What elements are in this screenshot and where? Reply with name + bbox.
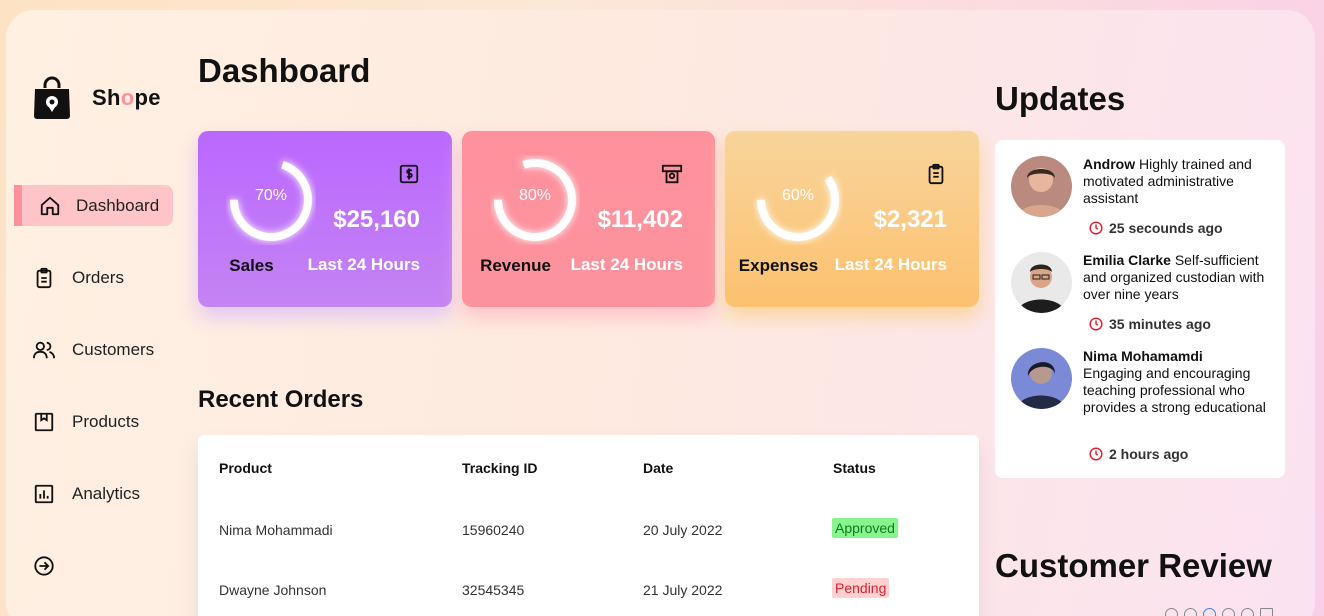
cell-date: 21 July 2022: [643, 582, 723, 598]
cell-tracking: 32545345: [462, 582, 525, 598]
brand-name: Shope: [92, 85, 161, 110]
column-header[interactable]: Status: [833, 460, 876, 476]
sidebar-item-label: Orders: [72, 267, 124, 287]
pan-icon[interactable]: [1222, 608, 1235, 616]
sidebar-item-label: Analytics: [72, 483, 141, 503]
customer-review-title: Customer Review: [995, 547, 1272, 584]
sidebar-item-label: Customers: [72, 339, 155, 359]
cell-date: 20 July 2022: [643, 522, 723, 538]
box-icon: [32, 410, 56, 434]
card-title: Sales: [229, 256, 274, 275]
clock-icon: [1089, 221, 1103, 235]
cell-tracking: 15960240: [462, 522, 525, 538]
cell-product: Dwayne Johnson: [219, 582, 327, 598]
sidebar-item-label: Dashboard: [76, 195, 160, 215]
update-text: Emilia Clarke Self-sufficient and organi…: [1083, 252, 1265, 302]
sidebar-item-dashboard[interactable]: Dashboard: [14, 185, 173, 226]
column-header[interactable]: Product: [219, 460, 272, 476]
expenses-card[interactable]: 60% Expenses $2,321 Last 24 Hours: [725, 131, 979, 307]
dollar-icon: [399, 164, 419, 184]
sign-out-icon: [32, 554, 56, 578]
sidebar-item-analytics[interactable]: Analytics: [14, 473, 173, 514]
recent-orders-title: Recent Orders: [198, 386, 364, 413]
update-time: 2 hours ago: [1089, 446, 1188, 462]
update-text: Androw Highly trained and motivated admi…: [1083, 156, 1252, 206]
status-badge: Pending: [832, 578, 890, 598]
signout-button[interactable]: [14, 545, 173, 586]
updates-title: Updates: [995, 80, 1126, 117]
zoom-out-icon[interactable]: [1184, 608, 1197, 616]
shopping-bag-icon: [34, 76, 70, 119]
zoom-in-icon[interactable]: [1165, 608, 1178, 616]
home-icon[interactable]: [1241, 608, 1254, 616]
sidebar-item-products[interactable]: Products: [14, 401, 173, 442]
clipboard-icon: [32, 266, 56, 290]
column-header[interactable]: Date: [643, 460, 673, 476]
clock-icon: [1089, 317, 1103, 331]
percent-label: 80%: [518, 187, 552, 204]
percent-label: 60%: [781, 187, 815, 204]
search-icon[interactable]: [1203, 608, 1216, 616]
page-title: Dashboard: [198, 52, 371, 89]
sidebar-item-customers[interactable]: Customers: [14, 329, 173, 370]
card-period: Last 24 Hours: [834, 255, 947, 274]
bar-chart-icon: [32, 482, 56, 506]
clipboard-icon: [928, 163, 944, 185]
card-value: $11,402: [597, 206, 683, 233]
clock-icon: [1089, 447, 1103, 461]
avatar: [1011, 156, 1072, 217]
money-icon: [661, 164, 683, 184]
revenue-card[interactable]: 80% Revenue $11,402 Last 24 Hours: [462, 131, 715, 307]
users-icon: [32, 338, 56, 362]
home-icon: [38, 194, 62, 218]
update-time: 35 minutes ago: [1089, 316, 1211, 332]
avatar: [1011, 348, 1072, 409]
chart-toolbar: [1165, 608, 1295, 616]
sidebar-item-orders[interactable]: Orders: [14, 257, 173, 298]
orders-table: Product Tracking ID Date Status Nima Moh…: [198, 435, 979, 616]
column-header[interactable]: Tracking ID: [462, 460, 537, 476]
avatar: [1011, 252, 1072, 313]
card-value: $25,160: [333, 206, 420, 233]
sales-card[interactable]: 70% Sales $25,160 Last 24 Hours: [198, 131, 452, 307]
card-period: Last 24 Hours: [307, 255, 420, 274]
card-title: Revenue: [480, 256, 551, 275]
card-title: Expenses: [738, 256, 819, 275]
update-time: 25 secounds ago: [1089, 220, 1223, 236]
menu-icon[interactable]: [1260, 608, 1273, 616]
card-period: Last 24 Hours: [570, 255, 683, 274]
cell-product: Nima Mohammadi: [219, 522, 333, 538]
sidebar-item-label: Products: [72, 411, 140, 431]
logo[interactable]: Shope: [32, 76, 161, 120]
percent-label: 70%: [254, 187, 288, 204]
updates-panel: Androw Highly trained and motivated admi…: [995, 140, 1285, 478]
card-value: $2,321: [873, 206, 947, 233]
status-badge: Approved: [832, 518, 898, 538]
update-text: Nima Mohamamdi Engaging and encouraging t…: [1083, 348, 1266, 415]
